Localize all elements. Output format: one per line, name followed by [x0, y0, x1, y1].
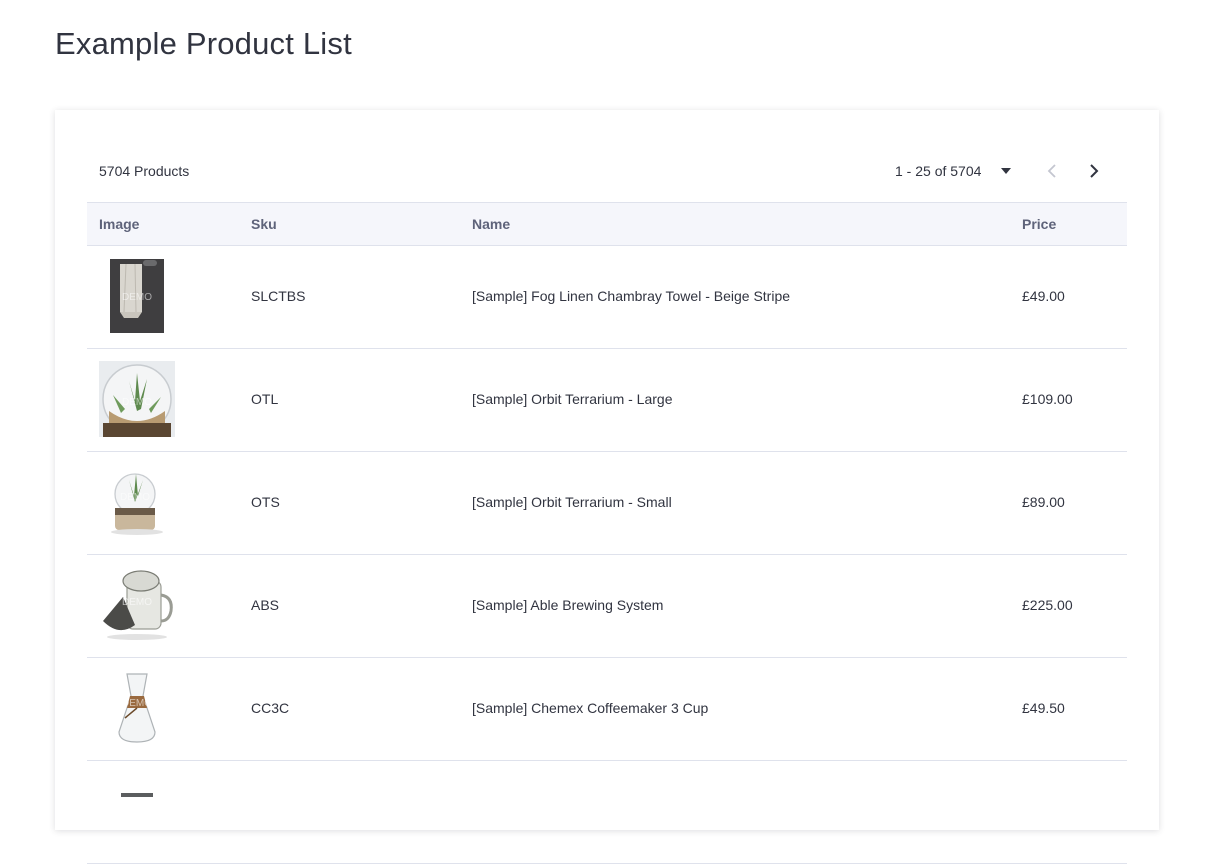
column-header-sku[interactable]: Sku [251, 216, 277, 232]
terrarium-small-product-image: DEMO [99, 464, 175, 540]
table-row[interactable]: DEMO CC3C [Sample] Chemex Coffeemaker 3 … [87, 658, 1127, 761]
price-cell: £89.00 [1022, 494, 1065, 510]
product-name-cell[interactable]: [Sample] Chemex Coffeemaker 3 Cup [472, 700, 708, 716]
column-header-price[interactable]: Price [1022, 216, 1056, 232]
svg-text:DEMO: DEMO [122, 292, 152, 303]
svg-text:DEMO: DEMO [122, 597, 152, 608]
product-image-partial [99, 773, 175, 849]
table-row[interactable]: DEMO OTL [Sample] Orbit Terrarium - Larg… [87, 349, 1127, 452]
pagination-range-dropdown[interactable]: 1 - 25 of 5704 [895, 163, 981, 179]
price-cell: £109.00 [1022, 391, 1073, 407]
product-count: 5704 Products [99, 163, 190, 179]
table-row[interactable] [87, 761, 1127, 864]
brewing-system-product-image: DEMO [99, 567, 175, 643]
sku-cell: OTL [251, 391, 279, 407]
table-row[interactable]: DEMO OTS [Sample] Orbit Terrarium - Smal… [87, 452, 1127, 555]
product-name-cell[interactable]: [Sample] Orbit Terrarium - Large [472, 391, 672, 407]
column-header-image: Image [99, 216, 140, 232]
product-name-cell[interactable]: [Sample] Orbit Terrarium - Small [472, 494, 672, 510]
next-page-button[interactable] [1081, 158, 1107, 184]
price-cell: £225.00 [1022, 597, 1073, 613]
product-table: Image Sku Name Price DEMO SLCTBS [Sample… [87, 202, 1127, 864]
towel-product-image: DEMO [99, 258, 175, 334]
svg-text:DEMO: DEMO [122, 698, 152, 709]
sku-cell: SLCTBS [251, 288, 306, 304]
chevron-right-icon [1090, 164, 1099, 178]
price-cell: £49.00 [1022, 288, 1065, 304]
table-header-row: Image Sku Name Price [87, 202, 1127, 246]
previous-page-button[interactable] [1039, 158, 1065, 184]
sku-cell: OTS [251, 494, 280, 510]
terrarium-large-product-image: DEMO [99, 361, 175, 437]
product-list-panel: 5704 Products 1 - 25 of 5704 Image Sku N… [55, 110, 1159, 864]
svg-text:DEMO: DEMO [120, 492, 150, 503]
page-title: Example Product List [55, 26, 352, 61]
product-name-cell[interactable]: [Sample] Fog Linen Chambray Towel - Beig… [472, 288, 790, 304]
table-row[interactable]: DEMO ABS [Sample] Able Brewing System £2… [87, 555, 1127, 658]
chevron-left-icon [1047, 164, 1056, 178]
caret-down-icon[interactable] [1001, 168, 1011, 174]
product-name-cell[interactable]: [Sample] Able Brewing System [472, 597, 663, 613]
table-toolbar: 5704 Products 1 - 25 of 5704 [87, 154, 1127, 190]
table-row[interactable]: DEMO SLCTBS [Sample] Fog Linen Chambray … [87, 246, 1127, 349]
sku-cell: ABS [251, 597, 280, 613]
chemex-product-image: DEMO [99, 670, 175, 746]
sku-cell: CC3C [251, 700, 290, 716]
svg-text:DEMO: DEMO [122, 397, 152, 408]
price-cell: £49.50 [1022, 700, 1065, 716]
column-header-name[interactable]: Name [472, 216, 510, 232]
